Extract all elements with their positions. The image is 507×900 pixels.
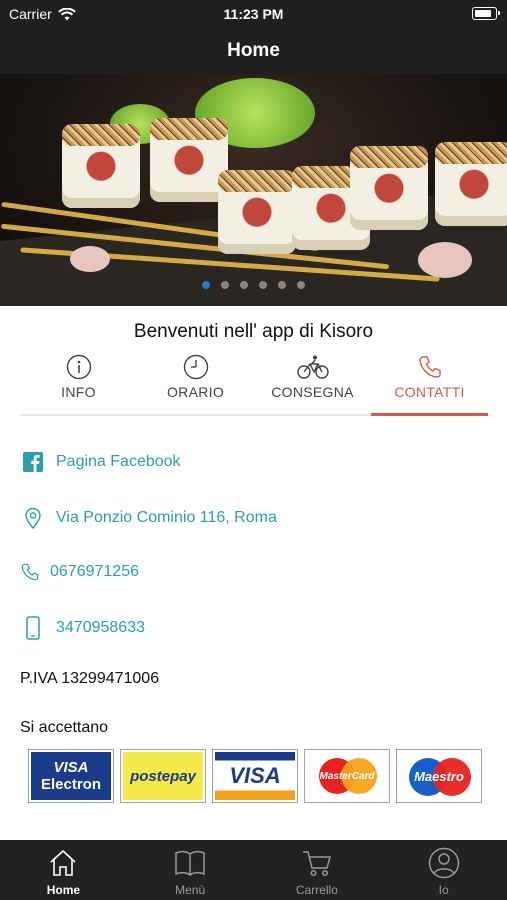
tabbar-label: Io xyxy=(438,883,449,897)
status-bar: Carrier 11:23 PM xyxy=(0,0,507,28)
facebook-link[interactable]: Pagina Facebook xyxy=(20,452,181,472)
carousel-dot[interactable] xyxy=(240,281,248,289)
mobile-number: 3470958633 xyxy=(56,619,145,636)
info-icon xyxy=(66,354,91,380)
carousel-dot[interactable] xyxy=(259,281,267,289)
flower-petal xyxy=(70,246,110,272)
tab-label: ORARIO xyxy=(166,384,225,400)
phone-icon xyxy=(21,563,39,581)
tabbar-cart[interactable]: Carrello xyxy=(254,840,381,900)
status-time: 11:23 PM xyxy=(223,6,284,22)
tab-contatti[interactable]: CONTATTI xyxy=(371,350,488,416)
tabbar-label: Menù xyxy=(175,883,206,897)
card-brand: Maestro xyxy=(414,768,464,784)
user-icon xyxy=(428,847,459,879)
card-brand: VISA xyxy=(229,763,281,788)
tab-orario[interactable]: ORARIO xyxy=(137,350,254,414)
payments-heading: Si accettano xyxy=(20,719,109,736)
mobile-link[interactable]: 3470958633 xyxy=(20,616,145,640)
card-brand-sub: Electron xyxy=(40,776,101,793)
phone-number: 0676971256 xyxy=(50,563,139,580)
cart-icon xyxy=(302,851,331,876)
sushi-roll xyxy=(62,124,140,208)
address-link[interactable]: Via Ponzio Cominio 116, Roma xyxy=(20,507,277,529)
card-brand: VISA xyxy=(53,759,89,776)
card-brand: postepay xyxy=(130,767,196,785)
sushi-roll xyxy=(350,146,428,230)
flower-petal xyxy=(418,242,472,278)
home-icon xyxy=(50,849,76,876)
bicycle-icon xyxy=(296,355,329,379)
info-tabs: INFO ORARIO CONSEGNA CONTATTI xyxy=(20,350,488,416)
tab-label: INFO xyxy=(61,384,96,400)
carousel-dot[interactable] xyxy=(202,281,210,289)
top-bar: Carrier 11:23 PM Home xyxy=(0,0,507,74)
maestro-card: Maestro xyxy=(396,749,482,803)
sushi-roll xyxy=(218,170,296,254)
hero-carousel[interactable] xyxy=(0,74,507,306)
tabbar-profile[interactable]: Io xyxy=(380,840,507,900)
carousel-page-indicator[interactable] xyxy=(0,281,507,289)
sushi-roll xyxy=(150,118,228,202)
postepay-card: postepay xyxy=(120,749,206,803)
facebook-label: Pagina Facebook xyxy=(56,453,181,470)
address-label: Via Ponzio Cominio 116, Roma xyxy=(56,509,277,526)
battery-icon xyxy=(472,7,500,20)
tab-label: CONSEGNA xyxy=(271,384,354,400)
clock-icon xyxy=(183,354,208,380)
facebook-icon xyxy=(23,452,43,472)
visa-card: VISA xyxy=(212,749,298,803)
tab-consegna[interactable]: CONSEGNA xyxy=(254,350,371,414)
location-pin-icon xyxy=(25,507,41,529)
sushi-roll xyxy=(435,142,507,226)
tab-info[interactable]: INFO xyxy=(20,350,137,414)
mobile-phone-icon xyxy=(26,616,40,640)
book-icon xyxy=(175,850,205,876)
tabbar-menu[interactable]: Menù xyxy=(127,840,254,900)
tab-label: CONTATTI xyxy=(394,384,465,400)
tabbar-home[interactable]: Home xyxy=(0,840,127,900)
payment-methods: VISA Electron postepay VISA MasterCard M… xyxy=(28,749,482,803)
tabbar-label: Home xyxy=(46,883,81,897)
welcome-text: Benvenuti nell' app di Kisoro xyxy=(133,321,374,342)
carousel-dot[interactable] xyxy=(278,281,286,289)
card-brand: MasterCard xyxy=(319,770,375,782)
mastercard-card: MasterCard xyxy=(304,749,390,803)
phone-link[interactable]: 0676971256 xyxy=(20,562,139,582)
bottom-tab-bar: Home Menù Carrello Io xyxy=(0,840,507,900)
carousel-dot[interactable] xyxy=(221,281,229,289)
vat-number: P.IVA 13299471006 xyxy=(20,670,160,687)
tabbar-label: Carrello xyxy=(295,883,338,897)
carousel-dot[interactable] xyxy=(297,281,305,289)
visa-electron-card: VISA Electron xyxy=(28,749,114,803)
page-title: Home xyxy=(227,40,280,61)
phone-icon xyxy=(418,356,441,378)
